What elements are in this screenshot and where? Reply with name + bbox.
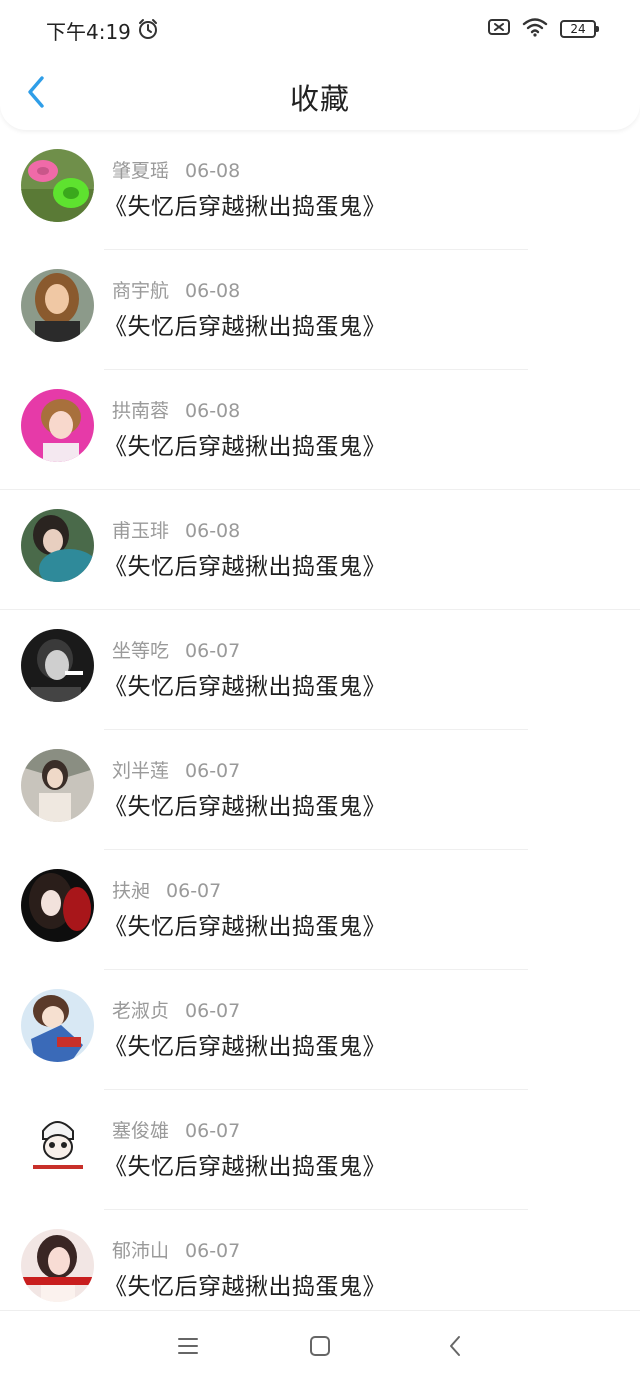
list-item[interactable]: 扶昶 06-07 《失忆后穿越揪出捣蛋鬼》 (0, 850, 640, 970)
avatar (21, 389, 94, 462)
sim-off-icon (488, 18, 510, 40)
item-date: 06-07 (185, 760, 241, 782)
list-item[interactable]: 拱南蓉 06-08 《失忆后穿越揪出捣蛋鬼》 (0, 370, 640, 490)
item-meta: 甫玉琲 06-08 (112, 516, 240, 543)
item-name: 商宇航 (112, 280, 170, 302)
item-name: 郁沛山 (112, 1240, 170, 1262)
app-header: 下午4:19 24 收藏 (0, 0, 640, 130)
system-back-button[interactable] (440, 1333, 470, 1363)
item-date: 06-08 (185, 400, 241, 422)
item-name: 塞俊雄 (112, 1120, 170, 1142)
list-item[interactable]: 肇夏瑶 06-08 《失忆后穿越揪出捣蛋鬼》 (0, 130, 640, 250)
item-title: 《失忆后穿越揪出捣蛋鬼》 (104, 434, 386, 460)
nav-bar: 收藏 (0, 58, 640, 130)
item-date: 06-08 (185, 160, 241, 182)
item-name: 刘半莲 (112, 760, 170, 782)
list-item[interactable]: 商宇航 06-08 《失忆后穿越揪出捣蛋鬼》 (0, 250, 640, 370)
item-date: 06-07 (185, 1240, 241, 1262)
item-date: 06-07 (185, 1120, 241, 1142)
favorites-list: 肇夏瑶 06-08 《失忆后穿越揪出捣蛋鬼》 商宇航 06-08 《失忆后穿越揪出捣… (0, 130, 640, 1330)
status-icons: 24 (488, 17, 599, 41)
avatar (21, 1229, 94, 1302)
item-title: 《失忆后穿越揪出捣蛋鬼》 (104, 1274, 386, 1300)
status-time: 下午4:19 (46, 20, 131, 44)
list-item[interactable]: 老淑贞 06-07 《失忆后穿越揪出捣蛋鬼》 (0, 970, 640, 1090)
item-title: 《失忆后穿越揪出捣蛋鬼》 (104, 914, 386, 940)
item-meta: 拱南蓉 06-08 (112, 396, 240, 423)
item-title: 《失忆后穿越揪出捣蛋鬼》 (104, 1034, 386, 1060)
item-meta: 肇夏瑶 06-08 (112, 156, 240, 183)
item-name: 拱南蓉 (112, 400, 170, 422)
item-name: 肇夏瑶 (112, 160, 170, 182)
item-date: 06-08 (185, 520, 241, 542)
item-meta: 刘半莲 06-07 (112, 756, 240, 783)
item-meta: 塞俊雄 06-07 (112, 1116, 240, 1143)
menu-button[interactable] (173, 1333, 203, 1363)
item-title: 《失忆后穿越揪出捣蛋鬼》 (104, 554, 386, 580)
avatar (21, 629, 94, 702)
avatar (21, 149, 94, 222)
avatar (21, 869, 94, 942)
item-meta: 老淑贞 06-07 (112, 996, 240, 1023)
avatar (21, 1109, 94, 1182)
avatar (21, 269, 94, 342)
list-item[interactable]: 刘半莲 06-07 《失忆后穿越揪出捣蛋鬼》 (0, 730, 640, 850)
avatar (21, 749, 94, 822)
item-title: 《失忆后穿越揪出捣蛋鬼》 (104, 1154, 386, 1180)
home-icon (309, 1335, 331, 1361)
item-title: 《失忆后穿越揪出捣蛋鬼》 (104, 194, 386, 220)
home-button[interactable] (305, 1333, 335, 1363)
item-name: 老淑贞 (112, 1000, 170, 1022)
item-title: 《失忆后穿越揪出捣蛋鬼》 (104, 314, 386, 340)
item-date: 06-07 (166, 880, 222, 902)
item-meta: 坐等吃 06-07 (112, 636, 240, 663)
item-date: 06-08 (185, 280, 241, 302)
system-nav-bar (0, 1310, 640, 1388)
item-meta: 郁沛山 06-07 (112, 1236, 240, 1263)
back-icon (448, 1335, 462, 1361)
item-name: 扶昶 (112, 880, 151, 902)
list-item[interactable]: 甫玉琲 06-08 《失忆后穿越揪出捣蛋鬼》 (0, 490, 640, 610)
avatar (21, 989, 94, 1062)
item-name: 坐等吃 (112, 640, 170, 662)
item-meta: 扶昶 06-07 (112, 876, 221, 903)
wifi-icon (522, 17, 548, 41)
item-title: 《失忆后穿越揪出捣蛋鬼》 (104, 674, 386, 700)
alarm-icon (137, 18, 159, 40)
item-date: 06-07 (185, 640, 241, 662)
menu-icon (177, 1337, 199, 1359)
item-title: 《失忆后穿越揪出捣蛋鬼》 (104, 794, 386, 820)
item-meta: 商宇航 06-08 (112, 276, 240, 303)
list-item[interactable]: 塞俊雄 06-07 《失忆后穿越揪出捣蛋鬼》 (0, 1090, 640, 1210)
list-item[interactable]: 坐等吃 06-07 《失忆后穿越揪出捣蛋鬼》 (0, 610, 640, 730)
avatar (21, 509, 94, 582)
page-title: 收藏 (289, 82, 350, 116)
item-date: 06-07 (185, 1000, 241, 1022)
item-name: 甫玉琲 (112, 520, 170, 542)
status-bar: 下午4:19 24 (0, 0, 640, 58)
battery-indicator: 24 (560, 20, 599, 38)
